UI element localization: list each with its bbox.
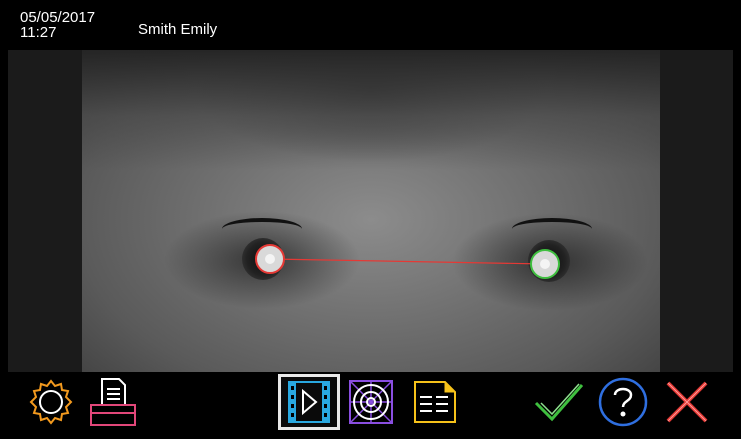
help-icon bbox=[598, 377, 648, 427]
patient-name: Smith Emily bbox=[138, 21, 218, 38]
gear-icon bbox=[29, 379, 73, 425]
print-button[interactable] bbox=[84, 374, 142, 430]
datetime-display: 05/05/2017 11:27 bbox=[20, 10, 95, 40]
left-pupil-reflex bbox=[265, 254, 275, 264]
accept-button[interactable] bbox=[530, 374, 588, 430]
interpupillary-line bbox=[269, 258, 546, 265]
bottom-toolbar bbox=[8, 372, 733, 433]
close-icon bbox=[666, 381, 708, 423]
target-button[interactable] bbox=[342, 374, 400, 430]
date-label: 05/05/2017 bbox=[20, 9, 96, 26]
measurement-overlay bbox=[255, 244, 560, 279]
target-icon bbox=[349, 380, 393, 424]
play-button[interactable] bbox=[278, 374, 340, 430]
time-label: 11:27 bbox=[20, 24, 57, 41]
camera-view bbox=[8, 50, 733, 372]
report-button[interactable] bbox=[406, 374, 464, 430]
header-bar: 05/05/2017 11:27 Smith Emily bbox=[8, 6, 733, 50]
printer-icon bbox=[90, 378, 136, 426]
settings-button[interactable] bbox=[22, 374, 80, 430]
right-pupil-reflex bbox=[540, 259, 550, 269]
report-icon bbox=[414, 381, 456, 423]
close-button[interactable] bbox=[658, 374, 716, 430]
play-film-icon bbox=[288, 381, 330, 423]
help-button[interactable] bbox=[594, 374, 652, 430]
check-icon bbox=[534, 383, 584, 422]
